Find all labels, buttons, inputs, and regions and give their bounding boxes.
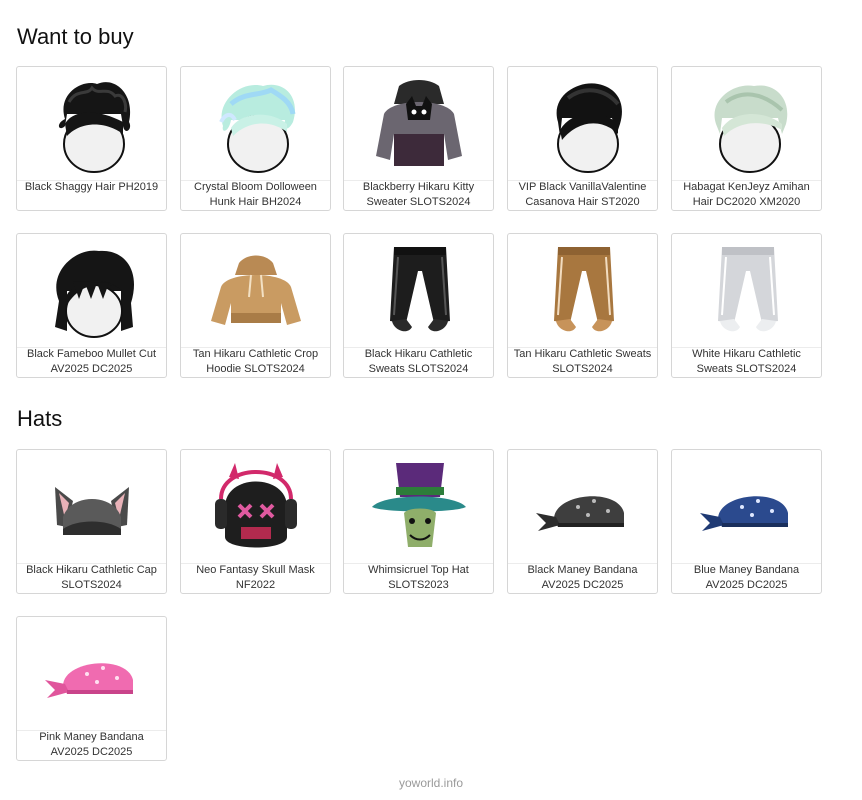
top-hat-icon — [344, 450, 493, 564]
item-card[interactable]: Black Hikaru Cathletic Sweats SLOTS2024 — [343, 233, 494, 378]
item-card[interactable]: Blackberry Hikaru Kitty Sweater SLOTS202… — [343, 66, 494, 211]
item-label: Crystal Bloom Dolloween Hunk Hair BH2024 — [194, 181, 317, 208]
section-title-want-to-buy: Want to buy — [17, 24, 134, 49]
item-label: Tan Hikaru Cathletic Crop Hoodie SLOTS20… — [192, 348, 319, 375]
item-card[interactable]: Black Shaggy Hair PH2019 — [16, 66, 167, 211]
section-title-hats: Hats — [17, 406, 63, 431]
skull-mask-icon — [181, 450, 330, 564]
kitty-sweater-icon — [344, 67, 493, 181]
casanova-hair-icon — [508, 67, 657, 181]
item-label: White Hikaru Cathletic Sweats SLOTS2024 — [692, 348, 801, 375]
item-card[interactable]: Blue Maney Bandana AV2025 DC2025 — [671, 449, 822, 594]
black-sweats-icon — [344, 234, 493, 348]
black-bandana-icon — [508, 450, 657, 564]
item-card[interactable]: Tan Hikaru Cathletic Crop Hoodie SLOTS20… — [180, 233, 331, 378]
item-card[interactable]: VIP Black VanillaValentine Casanova Hair… — [507, 66, 658, 211]
footer-site-name: yoworld.info — [398, 776, 464, 790]
item-label: Whimsicruel Top Hat SLOTS2023 — [368, 564, 469, 591]
mullet-hair-icon — [17, 234, 166, 348]
item-card[interactable]: Black Maney Bandana AV2025 DC2025 — [507, 449, 658, 594]
item-label: Blue Maney Bandana AV2025 DC2025 — [693, 564, 800, 591]
item-label: Black Maney Bandana AV2025 DC2025 — [527, 564, 638, 591]
item-card[interactable]: Black Hikaru Cathletic Cap SLOTS2024 — [16, 449, 167, 594]
amihan-hair-icon — [672, 67, 821, 181]
item-label: Blackberry Hikaru Kitty Sweater SLOTS202… — [362, 181, 475, 208]
item-label: Tan Hikaru Cathletic Sweats SLOTS2024 — [513, 348, 652, 375]
item-card[interactable]: Black Fameboo Mullet Cut AV2025 DC2025 — [16, 233, 167, 378]
item-card[interactable]: Tan Hikaru Cathletic Sweats SLOTS2024 — [507, 233, 658, 378]
blue-bandana-icon — [672, 450, 821, 564]
tan-sweats-icon — [508, 234, 657, 348]
item-label: Neo Fantasy Skull Mask NF2022 — [196, 564, 315, 591]
item-label: Black Hikaru Cathletic Sweats SLOTS2024 — [364, 348, 473, 375]
white-sweats-icon — [672, 234, 821, 348]
item-card[interactable]: Habagat KenJeyz Amihan Hair DC2020 XM202… — [671, 66, 822, 211]
item-card[interactable]: Whimsicruel Top Hat SLOTS2023 — [343, 449, 494, 594]
crop-hoodie-icon — [181, 234, 330, 348]
pink-bandana-icon — [17, 617, 166, 731]
item-label: Black Hikaru Cathletic Cap SLOTS2024 — [26, 564, 157, 591]
black-shaggy-hair-icon — [17, 67, 166, 181]
item-card[interactable]: Neo Fantasy Skull Mask NF2022 — [180, 449, 331, 594]
item-label: Pink Maney Bandana AV2025 DC2025 — [39, 731, 144, 758]
item-card[interactable]: Crystal Bloom Dolloween Hunk Hair BH2024 — [180, 66, 331, 211]
cat-ear-cap-icon — [17, 450, 166, 564]
crystal-bloom-hair-icon — [181, 67, 330, 181]
item-card[interactable]: Pink Maney Bandana AV2025 DC2025 — [16, 616, 167, 761]
item-label: Black Shaggy Hair PH2019 — [24, 181, 159, 193]
item-label: Habagat KenJeyz Amihan Hair DC2020 XM202… — [683, 181, 810, 208]
item-card[interactable]: White Hikaru Cathletic Sweats SLOTS2024 — [671, 233, 822, 378]
item-label: VIP Black VanillaValentine Casanova Hair… — [518, 181, 647, 208]
item-label: Black Fameboo Mullet Cut AV2025 DC2025 — [27, 348, 156, 375]
